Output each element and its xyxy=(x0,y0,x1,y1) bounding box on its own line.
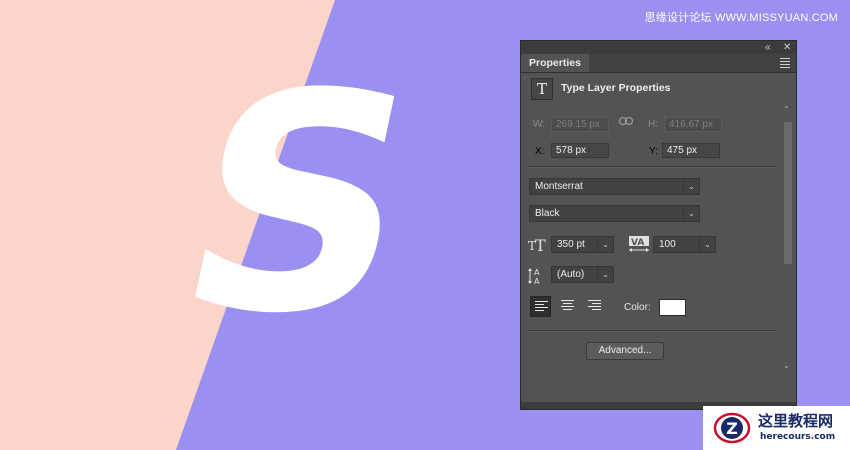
section-divider xyxy=(528,166,776,168)
scrollbar-thumb[interactable] xyxy=(784,122,792,264)
font-family-value: Montserrat xyxy=(535,181,583,192)
align-left-button[interactable] xyxy=(530,296,551,317)
panel-scrollbar[interactable]: ⌃ ⌄ xyxy=(781,103,794,375)
svg-text:VA: VA xyxy=(631,238,644,248)
font-size-value: 350 pt xyxy=(557,239,585,250)
svg-text:Z: Z xyxy=(726,419,738,438)
logo-text-cn: 这里教程网 xyxy=(758,412,834,430)
logo-mark: Z xyxy=(713,412,751,444)
type-layer-icon: T xyxy=(531,78,553,100)
x-field[interactable]: 578 px xyxy=(551,143,609,158)
svg-text:T: T xyxy=(535,236,546,252)
tracking-select[interactable]: 100 ⌄ xyxy=(653,236,716,253)
align-right-icon xyxy=(588,300,601,310)
close-icon[interactable]: ✕ xyxy=(783,41,791,54)
font-size-select[interactable]: 350 pt ⌄ xyxy=(551,236,614,253)
y-label: Y: xyxy=(649,146,658,157)
height-label: H: xyxy=(648,119,658,130)
link-icon[interactable] xyxy=(619,117,633,125)
logo-text-en: herecours.com xyxy=(760,432,836,442)
svg-text:A: A xyxy=(534,268,540,277)
leading-value: (Auto) xyxy=(557,269,585,280)
align-right-button[interactable] xyxy=(584,296,605,317)
font-style-select[interactable]: Black ⌄ xyxy=(529,205,700,222)
chevron-down-icon: ⌄ xyxy=(699,237,715,252)
font-style-value: Black xyxy=(535,208,560,219)
scroll-up-icon[interactable]: ⌃ xyxy=(783,105,790,114)
leading-select[interactable]: (Auto) ⌄ xyxy=(551,266,614,283)
align-left-icon xyxy=(535,301,548,311)
color-label: Color: xyxy=(624,302,651,313)
panel-header: T Type Layer Properties xyxy=(531,78,781,102)
tab-properties[interactable]: Properties xyxy=(521,54,589,72)
site-watermark: 思缘设计论坛 WWW.MISSYUAN.COM xyxy=(644,12,838,24)
section-divider xyxy=(528,330,776,332)
site-logo: Z 这里教程网 herecours.com xyxy=(703,406,850,450)
x-label: X: xyxy=(535,146,545,157)
align-center-button[interactable] xyxy=(557,296,578,317)
chevron-down-icon: ⌄ xyxy=(683,206,699,221)
font-size-icon: T T xyxy=(528,236,546,252)
height-field[interactable]: 416.67 px xyxy=(664,117,722,132)
align-center-icon xyxy=(561,300,574,310)
collapse-icon[interactable]: « xyxy=(765,41,771,54)
leading-icon: A A xyxy=(528,268,540,286)
chevron-down-icon: ⌄ xyxy=(597,267,613,282)
chevron-down-icon: ⌄ xyxy=(597,237,613,252)
font-family-select[interactable]: Montserrat ⌄ xyxy=(529,178,700,195)
y-field[interactable]: 475 px xyxy=(662,143,720,158)
panel-tab-bar: Properties xyxy=(521,54,796,73)
svg-text:A: A xyxy=(534,277,540,286)
panel-menu-icon[interactable] xyxy=(780,58,790,70)
scroll-down-icon[interactable]: ⌄ xyxy=(783,361,790,370)
text-color-swatch[interactable] xyxy=(659,299,686,316)
advanced-button[interactable]: Advanced... xyxy=(586,342,664,360)
chevron-down-icon: ⌄ xyxy=(683,179,699,194)
tracking-value: 100 xyxy=(659,239,676,250)
tracking-icon: VA xyxy=(629,236,649,252)
width-field[interactable]: 269.15 px xyxy=(551,117,609,132)
width-label: W: xyxy=(533,119,546,130)
panel-title-strip: « ✕ xyxy=(521,41,796,54)
panel-header-title: Type Layer Properties xyxy=(561,82,671,94)
